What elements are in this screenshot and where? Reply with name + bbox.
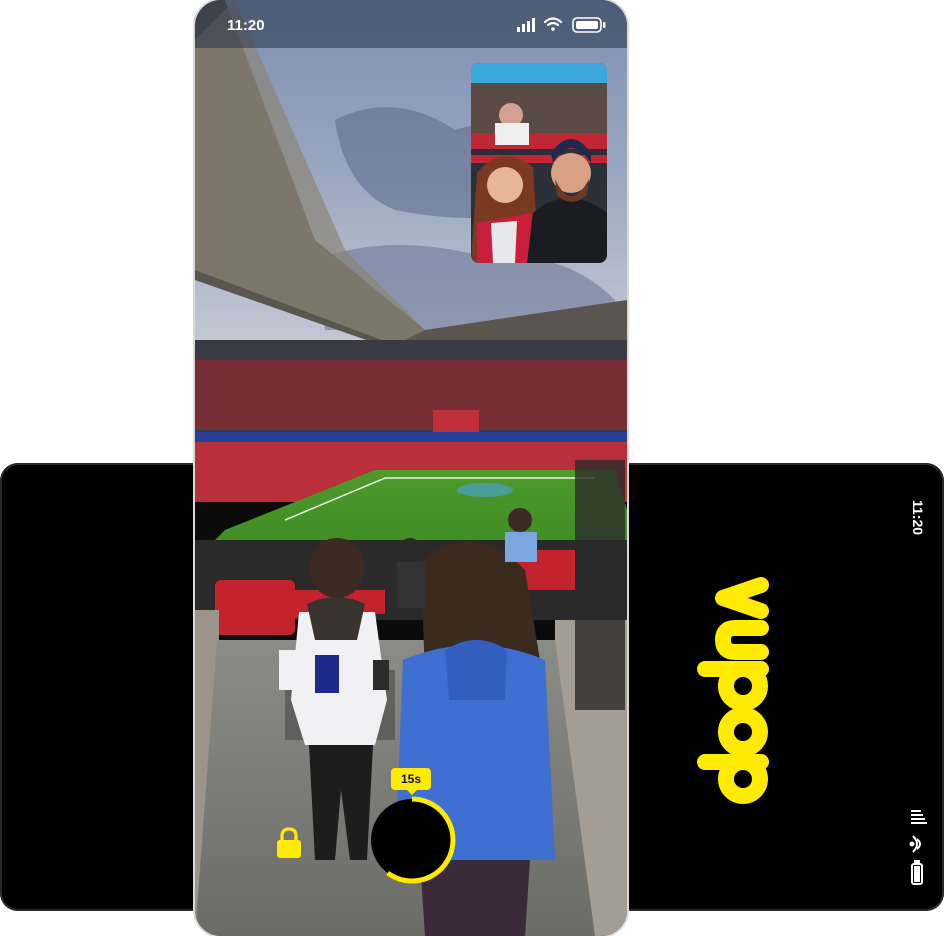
vupop-logo <box>697 577 769 804</box>
status-bar: 11:20 <box>195 0 627 48</box>
landscape-status-icons <box>909 810 927 885</box>
battery-icon <box>911 860 923 885</box>
signal-icon <box>517 18 535 32</box>
status-icons <box>517 17 606 33</box>
status-time: 11:20 <box>227 17 265 34</box>
wifi-icon <box>543 17 563 31</box>
record-button[interactable] <box>365 793 459 887</box>
wifi-icon <box>909 835 921 853</box>
battery-icon <box>572 17 606 33</box>
front-camera-preview[interactable] <box>471 63 607 263</box>
landscape-status-time: 11:20 <box>910 500 926 536</box>
timer-badge: 15s <box>391 768 431 795</box>
lock-icon[interactable] <box>275 826 303 860</box>
signal-icon <box>911 810 927 824</box>
portrait-device: 11:20 15s <box>195 0 627 936</box>
